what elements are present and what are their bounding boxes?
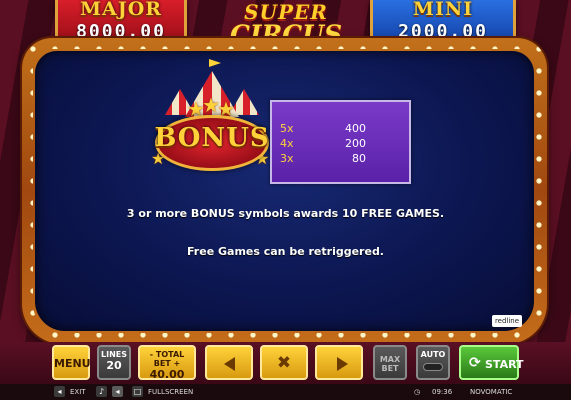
- close-icon: ✖: [276, 353, 292, 373]
- payout-row: 3x 80: [280, 152, 404, 167]
- rule-text-free-games: 3 or more BONUS symbols awards 10 FREE G…: [126, 207, 445, 220]
- next-page-button[interactable]: [315, 345, 363, 380]
- logo-line1: SUPER: [244, 0, 328, 24]
- jackpot-major-title: MAJOR: [79, 0, 163, 20]
- max-bet-label: MAX BET: [379, 355, 401, 373]
- lines-display: LINES 20: [97, 345, 131, 380]
- payout-multiplier: 5x: [280, 122, 294, 135]
- auto-label: AUTO: [420, 350, 446, 359]
- brand-label: NOVOMATIC: [470, 388, 513, 396]
- clock-time: 09:36: [432, 388, 453, 396]
- payout-multiplier: 4x: [280, 137, 294, 150]
- arrow-left-icon: [224, 357, 235, 371]
- close-paytable-button[interactable]: ✖: [260, 345, 308, 380]
- game-background: MAJOR 8000.00 SUPER CIRCUS MINI 2000.00 …: [0, 0, 571, 400]
- total-bet-label: - TOTAL BET +: [149, 350, 185, 368]
- auto-switch-icon: [423, 363, 443, 371]
- start-button[interactable]: ⟳ START: [459, 345, 524, 380]
- lines-label: LINES: [101, 350, 127, 359]
- bonus-symbol: ★ ★ ★ ★ ★ BONUS: [151, 57, 273, 187]
- lines-value: 20: [106, 359, 122, 372]
- speaker-icon: ♪: [96, 386, 107, 397]
- total-bet-control[interactable]: - TOTAL BET + 40.00: [138, 345, 196, 381]
- start-icon: ⟳: [469, 355, 481, 371]
- fullscreen-button[interactable]: FULLSCREEN: [148, 384, 193, 400]
- paytable-panel: [35, 51, 534, 331]
- paytable-frame: [22, 38, 547, 344]
- provider-badge: redline: [492, 315, 522, 327]
- start-button-label: START: [485, 358, 524, 371]
- rule-text-retrigger: Free Games can be retriggered.: [187, 245, 384, 258]
- total-bet-value: 40.00: [149, 368, 185, 381]
- previous-page-button[interactable]: [205, 345, 253, 380]
- fullscreen-icon: □: [132, 386, 143, 397]
- exit-button[interactable]: EXIT: [70, 384, 86, 400]
- clock-icon: ◷: [414, 388, 421, 396]
- menu-button-label: MENU: [54, 357, 91, 370]
- payout-value: 400: [345, 122, 366, 135]
- payout-multiplier: 3x: [280, 152, 294, 165]
- exit-icon: ◂: [54, 386, 65, 397]
- payout-row: 5x 400: [280, 122, 404, 137]
- jackpot-mini-title: MINI: [412, 0, 474, 20]
- bonus-symbol-label: BONUS: [154, 123, 270, 153]
- auto-play-toggle[interactable]: AUTO: [416, 345, 450, 380]
- tent-flag-icon: [209, 59, 221, 67]
- bottom-status-bar: ◂ EXIT ♪ ◂ □ FULLSCREEN ◷ 09:36 NOVOMATI…: [0, 384, 571, 400]
- payout-table: 5x 400 4x 200 3x 80: [270, 100, 411, 184]
- payout-value: 200: [345, 137, 366, 150]
- speaker-icon: ◂: [112, 386, 123, 397]
- payout-row: 4x 200: [280, 137, 404, 152]
- max-bet-button[interactable]: MAX BET: [373, 345, 407, 380]
- arrow-right-icon: [337, 357, 348, 371]
- menu-button[interactable]: MENU: [52, 345, 91, 380]
- payout-value: 80: [352, 152, 366, 165]
